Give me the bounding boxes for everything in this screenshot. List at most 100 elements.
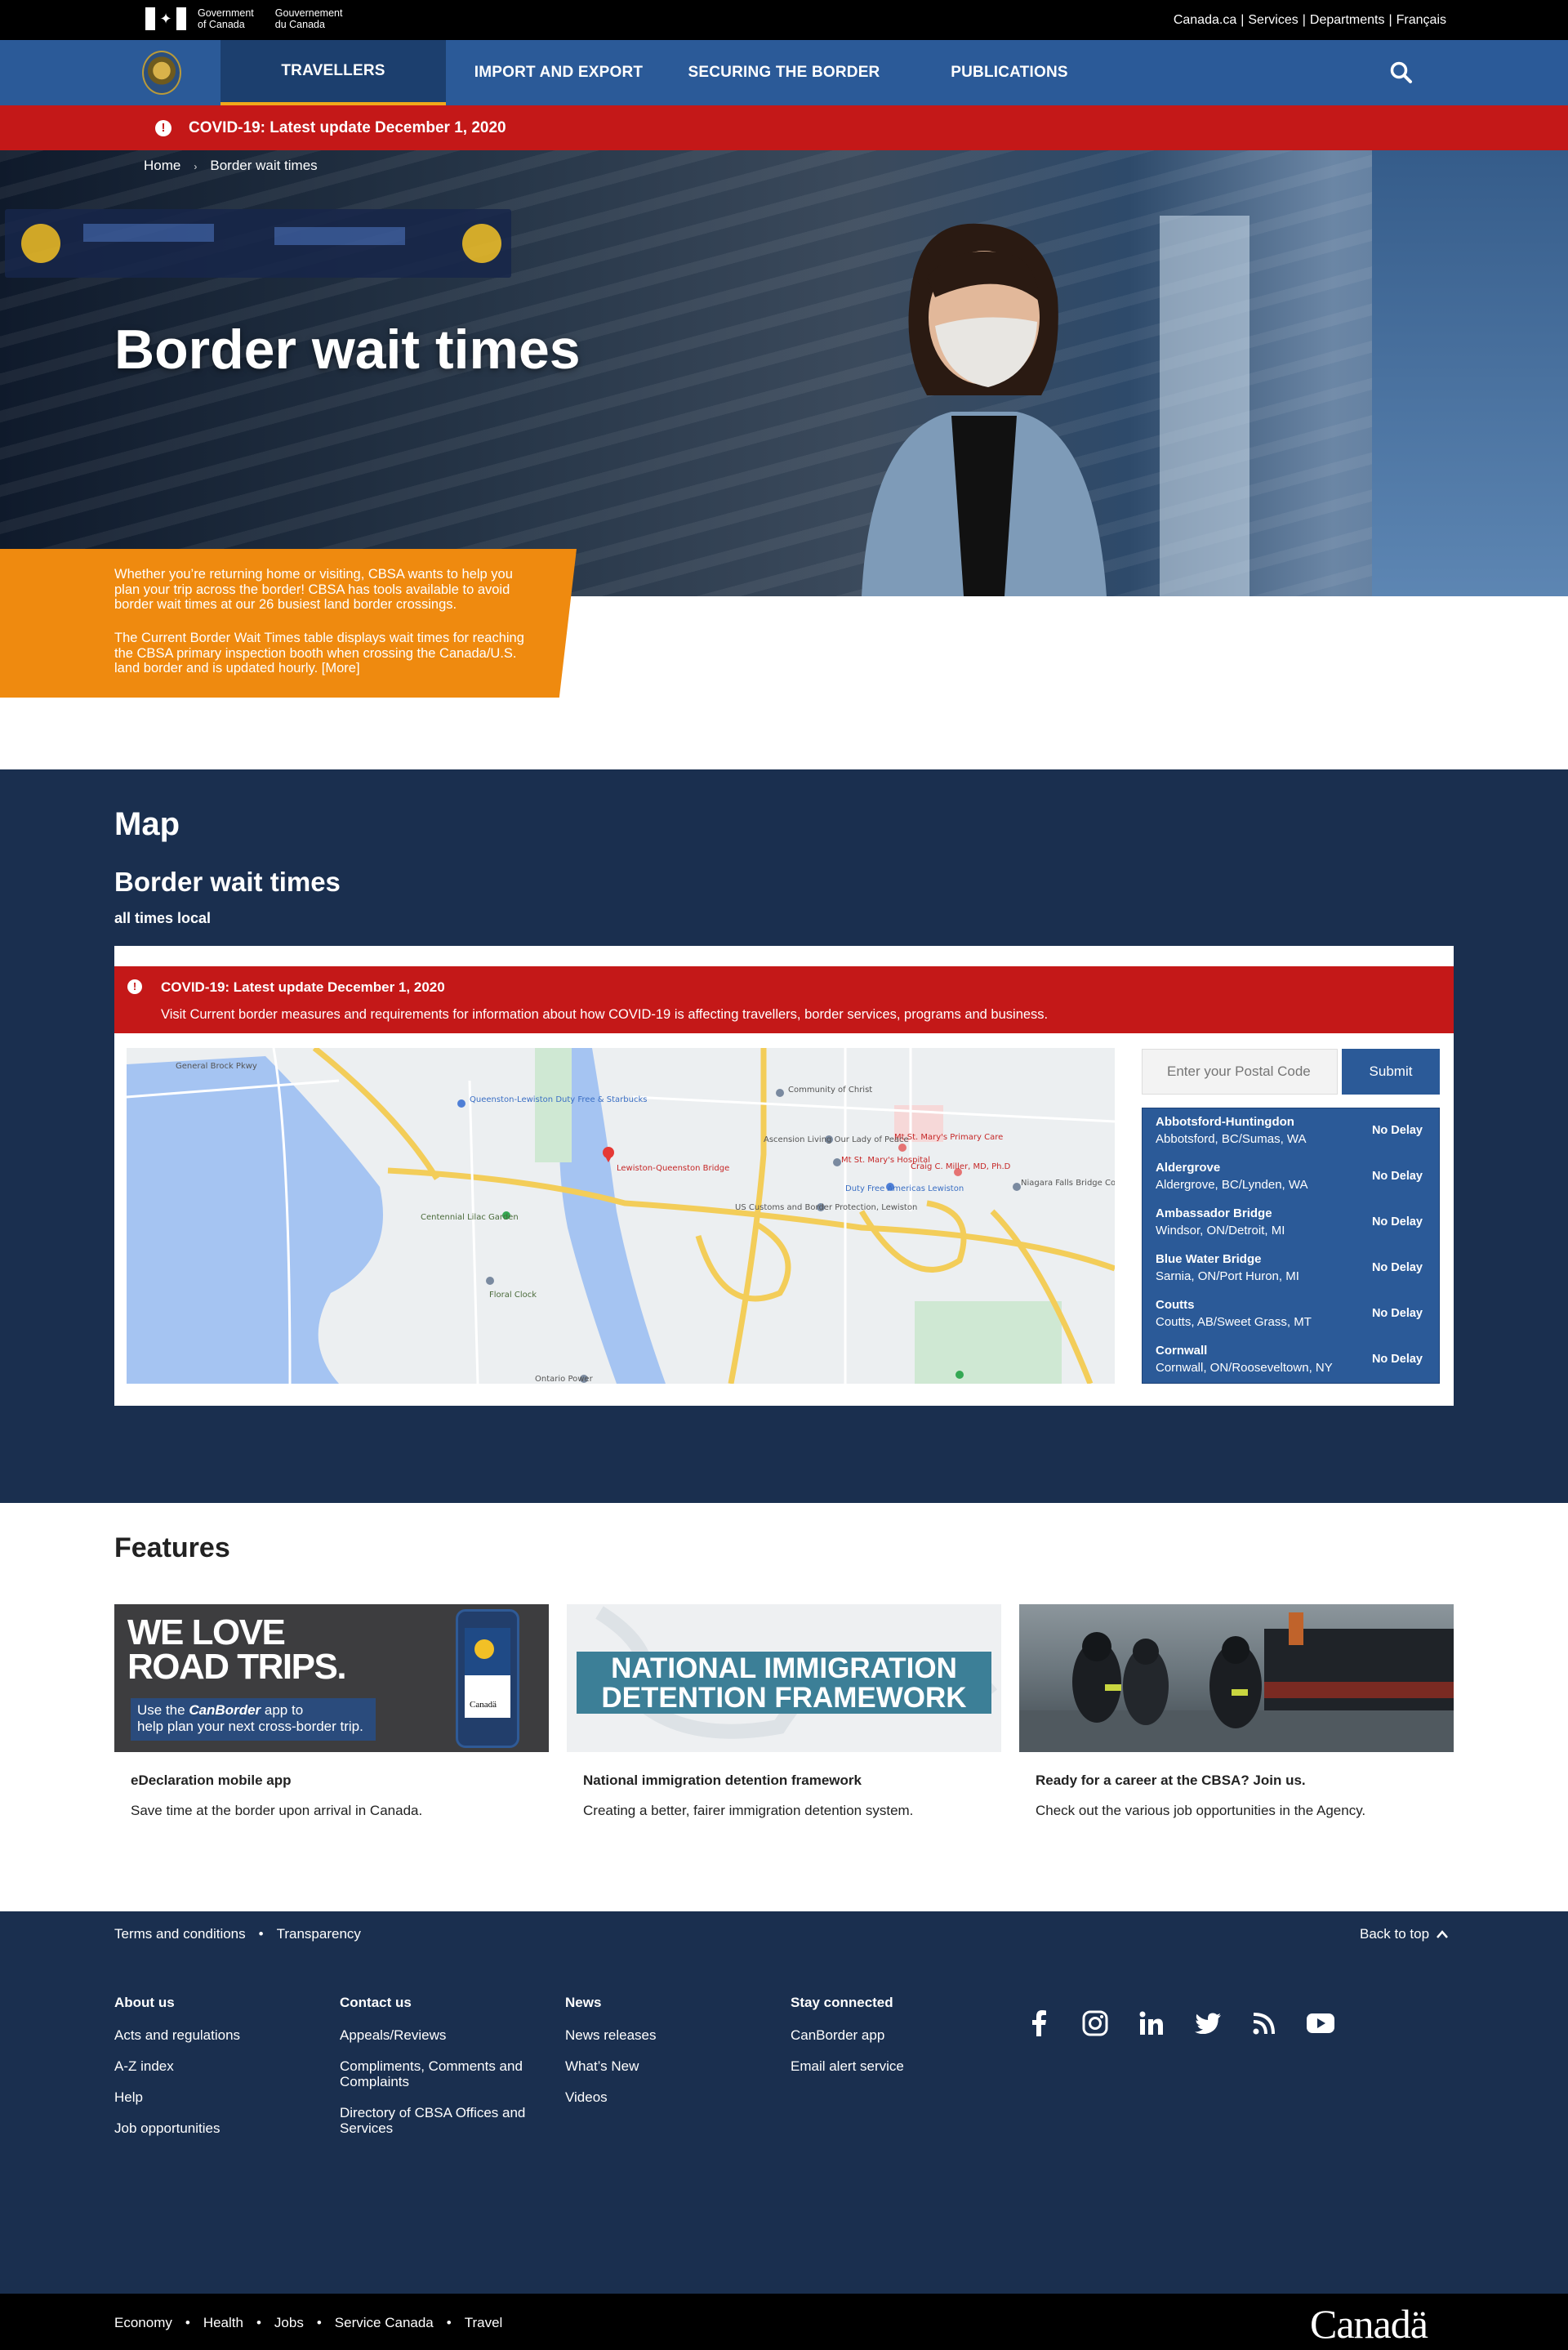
cbsa-badge-icon[interactable] xyxy=(142,51,181,95)
covid-banner-text: COVID-19: Latest update December 1, 2020 xyxy=(189,119,506,136)
footer-column-heading[interactable]: About us xyxy=(114,1995,318,2011)
crossing-delay: No Delay xyxy=(1371,1261,1423,1274)
crossing-row[interactable]: Coutts Coutts, AB/Sweet Grass, MT No Del… xyxy=(1143,1291,1439,1337)
footer-link[interactable]: Help xyxy=(114,2089,318,2105)
linkedin-icon[interactable] xyxy=(1138,2009,1165,2037)
footer-link[interactable]: CanBorder app xyxy=(791,2027,995,2043)
map-label-ontario-power: Ontario Power xyxy=(535,1375,594,1384)
facebook-icon[interactable] xyxy=(1025,2009,1053,2037)
link-travel[interactable]: Travel xyxy=(465,2315,503,2330)
intro-paragraph-2[interactable]: The Current Border Wait Times table disp… xyxy=(114,631,539,676)
crossing-delay: No Delay xyxy=(1371,1353,1423,1366)
framework-line-1: NATIONAL IMMIGRATION xyxy=(611,1652,957,1684)
postal-code-input[interactable] xyxy=(1142,1049,1338,1095)
framework-line-2: DETENTION FRAMEWORK xyxy=(601,1682,967,1714)
alert-icon: ! xyxy=(127,979,142,994)
twitter-icon[interactable] xyxy=(1194,2009,1222,2037)
feature-description: Check out the various job opportunities … xyxy=(1036,1803,1366,1818)
crossing-delay: No Delay xyxy=(1371,1124,1423,1137)
feature-title[interactable]: National immigration detention framework xyxy=(583,1773,862,1789)
wait-times-list: Abbotsford-Huntingdon Abbotsford, BC/Sum… xyxy=(1142,1108,1440,1384)
crossing-row[interactable]: Abbotsford-Huntingdon Abbotsford, BC/Sum… xyxy=(1143,1108,1439,1154)
crossing-delay: No Delay xyxy=(1371,1307,1423,1320)
nav-publications[interactable]: PUBLICATIONS xyxy=(897,40,1122,105)
widget-covid-alert: ! COVID-19: Latest update December 1, 20… xyxy=(114,966,1454,1033)
link-francais[interactable]: Français xyxy=(1396,13,1446,27)
crossing-location: Cornwall, ON/Rooseveltown, NY xyxy=(1156,1361,1333,1375)
footer-column-heading: Stay connected xyxy=(791,1995,893,2010)
search-icon[interactable] xyxy=(1388,60,1414,86)
gov-links: Canada.ca | Services | Departments | Français xyxy=(1173,13,1446,27)
footer-link[interactable]: Appeals/Reviews xyxy=(340,2027,544,2043)
canborder-promo-image[interactable]: WE LOVE ROAD TRIPS. Use the CanBorder ap… xyxy=(114,1604,549,1752)
link-economy[interactable]: Economy xyxy=(114,2315,172,2330)
feature-title[interactable]: Ready for a career at the CBSA? Join us. xyxy=(1036,1773,1306,1789)
page-title: Border wait times xyxy=(114,319,581,381)
map-label-church: Community of Christ xyxy=(788,1086,872,1095)
map-label-dutyfree: Duty Free Americas Lewiston xyxy=(845,1184,964,1193)
footer-link[interactable]: Job opportunities xyxy=(114,2120,318,2136)
crossing-row[interactable]: Aldergrove Aldergrove, BC/Lynden, WA No … xyxy=(1143,1154,1439,1200)
feature-card-edeclaration[interactable]: WE LOVE ROAD TRIPS. Use the CanBorder ap… xyxy=(114,1604,549,1818)
crossing-row[interactable]: Ambassador Bridge Windsor, ON/Detroit, M… xyxy=(1143,1200,1439,1246)
detention-framework-image[interactable]: NATIONAL IMMIGRATION DETENTION FRAMEWORK xyxy=(567,1604,1001,1752)
crossing-row[interactable]: Blue Water Bridge Sarnia, ON/Port Huron,… xyxy=(1143,1246,1439,1291)
hero-banner: Home › Border wait times Border wait times xyxy=(0,150,1568,596)
link-transparency[interactable]: Transparency xyxy=(277,1926,361,1942)
rss-icon[interactable] xyxy=(1250,2009,1278,2037)
breadcrumb: Home › Border wait times xyxy=(144,158,318,174)
careers-officers-image[interactable] xyxy=(1019,1604,1454,1752)
crossing-name: Abbotsford-Huntingdon xyxy=(1156,1115,1294,1129)
bottom-links: Economy • Health • Jobs • Service Canada • Trave… xyxy=(114,2315,503,2330)
footer-link[interactable]: Videos xyxy=(565,2089,769,2105)
crossing-row[interactable]: Cornwall Cornwall, ON/Rooseveltown, NY N… xyxy=(1143,1337,1439,1383)
link-service-canada[interactable]: Service Canada xyxy=(335,2315,434,2330)
footer-link[interactable]: News releases xyxy=(565,2027,769,2043)
footer-link[interactable]: Compliments, Comments and Complaints xyxy=(340,2058,544,2089)
map-label-niagara-bridge: Niagara Falls Bridge Commission xyxy=(1021,1179,1115,1188)
government-of-canada-signature[interactable]: ✦ Government of Canada Gouvernement du Can… xyxy=(145,7,342,30)
link-services[interactable]: Services xyxy=(1248,13,1298,27)
link-jobs[interactable]: Jobs xyxy=(274,2315,304,2330)
nav-import-export[interactable]: IMPORT AND EXPORT xyxy=(446,40,671,105)
breadcrumb-chevron-icon: › xyxy=(194,161,198,172)
border-map[interactable]: Queenston-Lewiston Duty Free & Starbucks… xyxy=(127,1048,1115,1384)
footer-column-stay-connected: Stay connected CanBorder app Email alert… xyxy=(791,1995,995,2089)
back-to-top-link[interactable]: Back to top xyxy=(1360,1926,1448,1942)
map-label-primary: Mt St. Mary's Primary Care xyxy=(894,1133,1003,1142)
features-heading: Features xyxy=(114,1532,230,1563)
link-health[interactable]: Health xyxy=(203,2315,243,2330)
feature-card-careers[interactable]: Ready for a career at the CBSA? Join us.… xyxy=(1019,1604,1454,1818)
link-canada-ca[interactable]: Canada.ca xyxy=(1174,13,1236,27)
link-departments[interactable]: Departments xyxy=(1310,13,1385,27)
crossing-delay: No Delay xyxy=(1371,1215,1423,1229)
footer-link[interactable]: What’s New xyxy=(565,2058,769,2074)
nav-securing-border[interactable]: SECURING THE BORDER xyxy=(671,40,897,105)
footer-column-news: News News releases What’s New Videos xyxy=(565,1995,769,2120)
footer-link[interactable]: Directory of CBSA Offices and Services xyxy=(340,2105,544,2136)
nav-travellers[interactable]: TRAVELLERS xyxy=(220,40,446,105)
footer-link[interactable]: Acts and regulations xyxy=(114,2027,318,2043)
alert-icon: ! xyxy=(155,120,172,136)
submit-button[interactable]: Submit xyxy=(1342,1049,1440,1095)
footer-column-heading[interactable]: Contact us xyxy=(340,1995,544,2011)
footer-column-heading[interactable]: News xyxy=(565,1995,769,2011)
crossing-location: Windsor, ON/Detroit, MI xyxy=(1156,1224,1285,1237)
hero-traveller-image xyxy=(862,223,1107,596)
feature-card-detention-framework[interactable]: NATIONAL IMMIGRATION DETENTION FRAMEWORK… xyxy=(567,1604,1001,1818)
instagram-icon[interactable] xyxy=(1081,2009,1109,2037)
map-label-floral: Floral Clock xyxy=(489,1291,537,1300)
footer-link[interactable]: Email alert service xyxy=(791,2058,995,2074)
map-label-queenston: Queenston-Lewiston Duty Free & Starbucks xyxy=(470,1095,647,1104)
link-terms[interactable]: Terms and conditions xyxy=(114,1926,246,1942)
covid-banner[interactable]: ! COVID-19: Latest update December 1, 20… xyxy=(0,105,1568,150)
feature-title[interactable]: eDeclaration mobile app xyxy=(131,1773,292,1789)
canada-flag-icon: ✦ xyxy=(145,7,186,30)
footer-link[interactable]: A-Z index xyxy=(114,2058,318,2074)
crossing-name: Cornwall xyxy=(1156,1344,1208,1358)
crossing-location: Sarnia, ON/Port Huron, MI xyxy=(1156,1269,1299,1283)
footer-top-links: Terms and conditions • Transparency xyxy=(114,1926,361,1942)
widget-alert-title[interactable]: COVID-19: Latest update December 1, 2020 xyxy=(161,979,445,996)
breadcrumb-home[interactable]: Home xyxy=(144,158,180,174)
youtube-icon[interactable] xyxy=(1307,2009,1334,2037)
